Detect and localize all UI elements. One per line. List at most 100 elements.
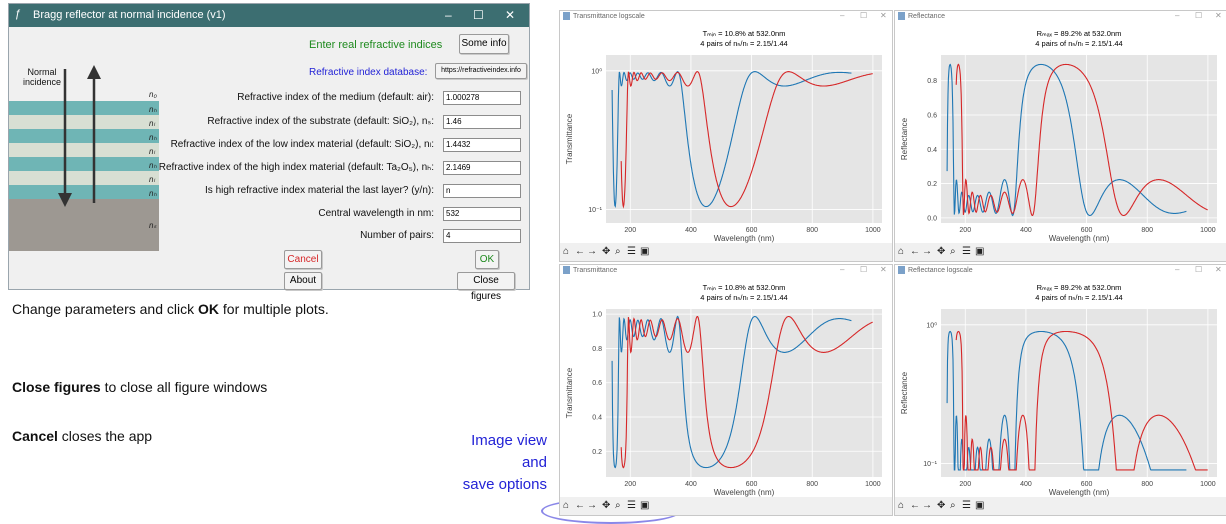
pan-icon[interactable]: ✥ (602, 500, 610, 511)
save-icon[interactable]: ▣ (975, 500, 984, 511)
forward-icon[interactable]: → (922, 500, 932, 511)
ok-button[interactable]: OK (475, 250, 499, 269)
maximize-icon[interactable]: ☐ (1195, 11, 1202, 20)
home-icon[interactable]: ⌂ (898, 500, 904, 511)
pan-icon[interactable]: ✥ (602, 246, 610, 257)
y-tick-label: 0.8 (592, 346, 602, 353)
x-axis-label: Wavelength (nm) (1049, 488, 1110, 497)
maximize-icon[interactable]: ☐ (860, 265, 867, 274)
layer-label-ns: nₛ (149, 221, 157, 230)
last-layer-input[interactable]: n (443, 184, 521, 198)
layer-label-nl-3: nₗ (149, 175, 155, 184)
figure-window-1: Transmittance logscale – ☐ ✕ Tₘᵢₙ = 10.8% a… (559, 10, 893, 262)
back-icon[interactable]: ← (575, 246, 585, 257)
maximize-icon[interactable]: ☐ (473, 8, 484, 22)
y-axis-label: Reflectance (900, 371, 909, 414)
pairs-input[interactable]: 4 (443, 229, 521, 243)
field-label-medium: Refractive index of the medium (default:… (237, 92, 434, 103)
field-label-wavelength: Central wavelength in nm: (318, 208, 434, 219)
save-icon[interactable]: ▣ (640, 246, 649, 257)
configure-icon[interactable]: ☰ (962, 246, 971, 257)
zoom-icon[interactable]: ⌕ (615, 246, 621, 257)
x-tick-label: 200 (959, 227, 971, 234)
minimize-icon[interactable]: – (840, 265, 844, 274)
figure-icon (563, 266, 570, 274)
home-icon[interactable]: ⌂ (563, 500, 569, 511)
layer-high-3 (9, 157, 159, 171)
some-info-button[interactable]: Some info (459, 34, 509, 54)
x-tick-label: 400 (1020, 481, 1032, 488)
y-tick-label: 0.4 (927, 147, 937, 154)
x-axis-label: Wavelength (nm) (714, 488, 775, 497)
figure-window-2: Reflectance – ☐ ✕ Rₘₐₓ = 89.2% at 532.0nm 4 … (894, 10, 1226, 262)
about-button[interactable]: About (284, 272, 322, 290)
plot-title-line-1: Tₘᵢₙ = 10.8% at 532.0nm (703, 29, 786, 38)
x-tick-label: 200 (624, 481, 636, 488)
zoom-icon[interactable]: ⌕ (615, 500, 621, 511)
close-icon[interactable]: ✕ (880, 265, 887, 274)
forward-icon[interactable]: → (587, 246, 597, 257)
feather-icon: ƒ (15, 8, 22, 20)
axes-background (606, 55, 882, 223)
minimize-icon[interactable]: – (840, 11, 844, 20)
plot-toolbar: ⌂ ← → ✥ ⌕ ☰ ▣ (895, 497, 1226, 515)
cancel-button[interactable]: Cancel (284, 250, 322, 269)
home-icon[interactable]: ⌂ (898, 246, 904, 257)
plot-area[interactable]: Rₘₐₓ = 89.2% at 532.0nm4 pairs of nₕ/nₗ … (895, 277, 1226, 497)
close-icon[interactable]: ✕ (1215, 11, 1222, 20)
layer-high-1 (9, 101, 159, 115)
forward-icon[interactable]: → (587, 500, 597, 511)
close-figures-button[interactable]: Close figures (457, 272, 515, 302)
toolbar-annotation: Image view and save options (462, 432, 547, 493)
substrate-index-input[interactable]: 1.46 (443, 115, 521, 129)
layer-label-nh-2: nₕ (149, 133, 157, 142)
close-icon[interactable]: ✕ (880, 11, 887, 20)
low-index-input[interactable]: 1.4432 (443, 138, 521, 152)
close-icon[interactable]: ✕ (1215, 265, 1222, 274)
database-link-button[interactable]: https://refractiveindex.info (435, 63, 527, 79)
configure-icon[interactable]: ☰ (627, 246, 636, 257)
field-label-pairs: Number of pairs: (360, 230, 434, 241)
back-icon[interactable]: ← (910, 246, 920, 257)
bragg-app-window: ƒ Bragg reflector at normal incidence (v… (8, 3, 530, 302)
maximize-icon[interactable]: ☐ (860, 11, 867, 20)
plot-area[interactable]: Rₘₐₓ = 89.2% at 532.0nm4 pairs of nₕ/nₗ … (895, 23, 1226, 243)
close-icon[interactable]: ✕ (505, 8, 515, 22)
save-icon[interactable]: ▣ (640, 500, 649, 511)
figure-title-bar: Transmittance logscale – ☐ ✕ (560, 11, 892, 23)
plot-area[interactable]: Tₘᵢₙ = 10.8% at 532.0nm4 pairs of nₕ/nₗ … (560, 23, 892, 243)
configure-icon[interactable]: ☰ (627, 500, 636, 511)
y-tick-label: 0.6 (927, 113, 937, 120)
configure-icon[interactable]: ☰ (962, 500, 971, 511)
maximize-icon[interactable]: ☐ (1195, 265, 1202, 274)
layer-label-n0: n₀ (149, 90, 157, 99)
home-icon[interactable]: ⌂ (563, 246, 569, 257)
forward-icon[interactable]: → (922, 246, 932, 257)
pan-icon[interactable]: ✥ (937, 246, 945, 257)
minimize-icon[interactable]: – (1175, 11, 1179, 20)
zoom-icon[interactable]: ⌕ (950, 500, 956, 511)
high-index-input[interactable]: 2.1469 (443, 161, 521, 175)
figure-icon (898, 266, 905, 274)
back-icon[interactable]: ← (575, 500, 585, 511)
plot-area[interactable]: Tₘᵢₙ = 10.8% at 532.0nm4 pairs of nₕ/nₗ … (560, 277, 892, 497)
y-tick-label: 10⁻¹ (923, 461, 937, 468)
x-tick-label: 800 (806, 227, 818, 234)
figure-window-4: Reflectance logscale – ☐ ✕ Rₘₐₓ = 89.2% at … (894, 264, 1226, 516)
save-icon[interactable]: ▣ (975, 246, 984, 257)
figure-title-bar: Reflectance – ☐ ✕ (895, 11, 1226, 23)
plot-title-line-2: 4 pairs of nₕ/nₗ = 2.15/1.44 (700, 293, 787, 302)
plot-toolbar: ⌂ ← → ✥ ⌕ ☰ ▣ (560, 243, 892, 261)
zoom-icon[interactable]: ⌕ (950, 246, 956, 257)
pan-icon[interactable]: ✥ (937, 500, 945, 511)
wavelength-input[interactable]: 532 (443, 207, 521, 221)
back-icon[interactable]: ← (910, 500, 920, 511)
plot-toolbar: ⌂ ← → ✥ ⌕ ☰ ▣ (560, 497, 892, 515)
minimize-icon[interactable]: – (445, 8, 452, 22)
y-tick-label: 0.4 (592, 415, 602, 422)
x-tick-label: 600 (1081, 227, 1093, 234)
y-axis-label: Transmittance (565, 367, 574, 418)
minimize-icon[interactable]: – (1175, 265, 1179, 274)
medium-index-input[interactable]: 1.000278 (443, 91, 521, 105)
plot-title-line-1: Rₘₐₓ = 89.2% at 532.0nm (1037, 283, 1122, 292)
